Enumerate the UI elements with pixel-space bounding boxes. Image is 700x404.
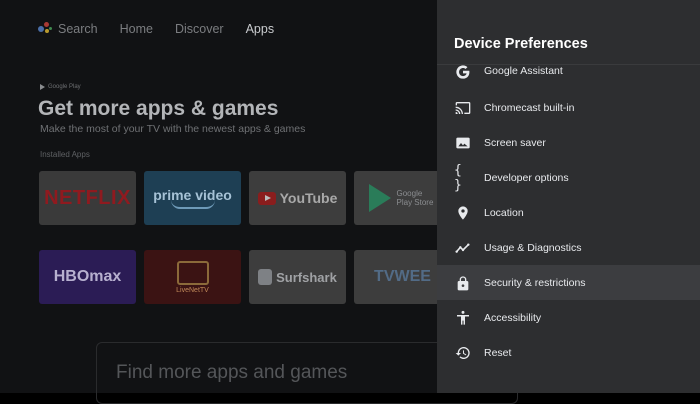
play-store-label: Google Play Store <box>396 189 434 207</box>
app-tile-hbomax[interactable]: HBOmax <box>39 250 136 304</box>
surfshark-icon <box>258 269 273 285</box>
header-clip <box>437 54 700 64</box>
lock-icon <box>454 274 472 292</box>
livenettv-logo: LiveNetTV <box>176 286 209 294</box>
nav-search[interactable]: Search <box>38 22 98 36</box>
nav-tab-discover[interactable]: Discover <box>175 22 224 36</box>
app-tile-livenettv[interactable]: LiveNetTV <box>144 250 241 304</box>
google-play-tag-label: Google Play <box>48 84 81 90</box>
menu-item-label: Security & restrictions <box>484 276 586 289</box>
device-preferences-panel: Device Preferences Google Assistant Chro… <box>437 0 700 393</box>
top-navigation: Search Home Discover Apps <box>38 22 296 36</box>
menu-item-label: Accessibility <box>484 311 542 324</box>
tv-icon <box>176 260 209 285</box>
youtube-play-icon <box>257 191 276 205</box>
app-tile-surfshark[interactable]: Surfshark <box>249 250 346 304</box>
app-tile-youtube[interactable]: YouTube <box>249 171 346 225</box>
cast-icon <box>454 99 472 117</box>
menu-item-accessibility[interactable]: Accessibility <box>437 300 700 335</box>
preferences-menu: Google Assistant Chromecast built-in Scr… <box>437 54 700 370</box>
hero-subtitle: Make the most of your TV with the newest… <box>40 123 306 135</box>
app-tile-prime-video[interactable]: prime video <box>144 171 241 225</box>
menu-item-label: Chromecast built-in <box>484 101 575 114</box>
menu-item-chromecast[interactable]: Chromecast built-in <box>437 90 700 125</box>
menu-item-reset[interactable]: Reset <box>437 335 700 370</box>
nav-tab-apps[interactable]: Apps <box>246 22 275 36</box>
hbomax-logo: HBOmax <box>53 268 122 285</box>
menu-item-screen-saver[interactable]: Screen saver <box>437 125 700 160</box>
panel-title: Device Preferences <box>454 36 588 52</box>
menu-item-label: Developer options <box>484 171 569 184</box>
header-divider <box>437 64 700 65</box>
menu-item-developer-options[interactable]: { } Developer options <box>437 160 700 195</box>
installed-apps-label: Installed Apps <box>40 150 90 159</box>
hero-title: Get more apps & games <box>38 97 279 120</box>
app-tile-netflix[interactable]: NETFLIX <box>39 171 136 225</box>
trending-line-icon <box>454 239 472 257</box>
menu-item-label: Location <box>484 206 524 219</box>
google-assistant-icon <box>38 22 52 36</box>
location-pin-icon <box>454 204 472 222</box>
netflix-logo: NETFLIX <box>44 186 131 209</box>
accessibility-icon <box>454 309 472 327</box>
reset-history-icon <box>454 344 472 362</box>
menu-item-security-restrictions[interactable]: Security & restrictions <box>437 265 700 300</box>
menu-item-label: Google Assistant <box>484 65 563 77</box>
menu-item-location[interactable]: Location <box>437 195 700 230</box>
play-store-icon <box>368 184 391 212</box>
google-g-icon <box>454 63 472 81</box>
surfshark-logo: Surfshark <box>276 269 337 285</box>
google-play-tag: Google Play <box>40 84 81 90</box>
google-play-icon <box>40 84 45 90</box>
youtube-logo: YouTube <box>279 190 338 206</box>
braces-icon: { } <box>454 162 462 193</box>
menu-item-usage-diagnostics[interactable]: Usage & Diagnostics <box>437 230 700 265</box>
tvwee-logo: TVWEE <box>374 268 431 285</box>
menu-item-label: Reset <box>484 346 512 359</box>
find-more-label: Find more apps and games <box>116 362 348 383</box>
prime-smile-icon <box>170 200 215 209</box>
nav-tab-home[interactable]: Home <box>120 22 153 36</box>
nav-search-label: Search <box>58 22 98 36</box>
menu-item-label: Usage & Diagnostics <box>484 241 582 254</box>
screen-saver-icon <box>454 134 472 152</box>
menu-item-label: Screen saver <box>484 136 546 149</box>
